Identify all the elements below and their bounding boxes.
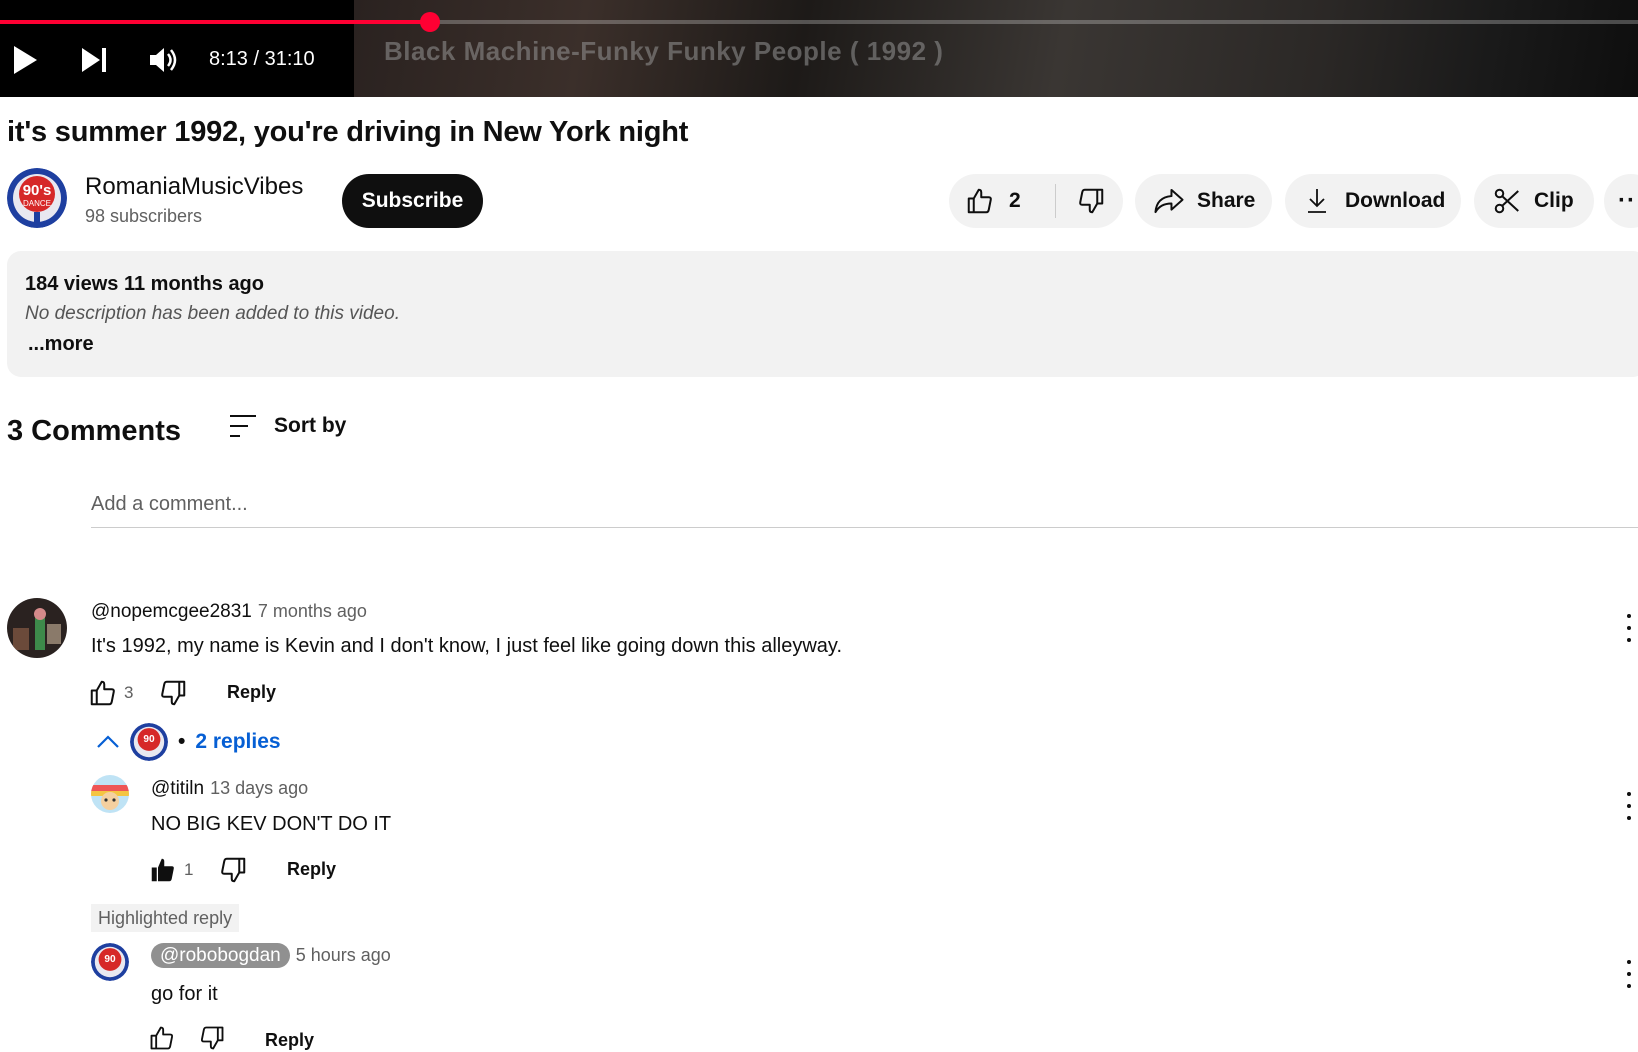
- dislike-button[interactable]: [1056, 186, 1106, 216]
- comment-text: It's 1992, my name is Kevin and I don't …: [91, 635, 842, 657]
- thumbs-down-icon: [1079, 188, 1104, 214]
- channel-name[interactable]: RomaniaMusicVibes: [85, 173, 303, 201]
- comment-author: @nopemcgee2831 7 months ago: [91, 601, 367, 623]
- more-link[interactable]: ...more: [28, 333, 94, 356]
- thumbs-down-icon: [221, 857, 246, 883]
- subscribe-button[interactable]: Subscribe: [342, 174, 483, 228]
- reply-dislike-button[interactable]: [218, 855, 248, 885]
- sort-button[interactable]: Sort by: [228, 413, 346, 439]
- reply-button[interactable]: Reply: [287, 859, 336, 880]
- clip-button[interactable]: Clip: [1474, 174, 1594, 228]
- video-overlay-text: Black Machine-Funky Funky People ( 1992 …: [384, 36, 944, 66]
- highlighted-reply-badge: Highlighted reply: [91, 904, 240, 932]
- replies-count: 2 replies: [195, 730, 281, 753]
- like-count: 2: [1009, 189, 1021, 212]
- next-icon: [82, 48, 106, 72]
- progress-fill: [0, 20, 431, 24]
- sort-icon: [230, 415, 256, 437]
- play-icon: [14, 46, 37, 74]
- volume-button[interactable]: [148, 42, 180, 78]
- creator-handle-badge[interactable]: @robobogdan: [151, 943, 290, 968]
- reply-menu-icon[interactable]: [1625, 960, 1633, 988]
- like-button[interactable]: 2: [949, 184, 1056, 218]
- reply-author: @titiln 13 days ago: [151, 778, 308, 800]
- comments-count: 3 Comments: [7, 415, 182, 447]
- more-actions-button[interactable]: ··: [1604, 174, 1638, 228]
- clip-label: Clip: [1534, 189, 1574, 212]
- play-button[interactable]: [10, 42, 40, 78]
- reply-author: @robobogdan 5 hours ago: [151, 943, 391, 968]
- comment-menu-icon[interactable]: [1625, 614, 1633, 642]
- share-label: Share: [1197, 189, 1256, 212]
- sort-label: Sort by: [274, 414, 347, 437]
- thumbs-up-filled-icon: [151, 858, 174, 882]
- download-icon: [1308, 189, 1326, 213]
- reply-like-button[interactable]: 1: [148, 855, 193, 885]
- reply-text: NO BIG KEV DON'T DO IT: [151, 813, 392, 835]
- more-horizontal-icon: ··: [1618, 187, 1636, 214]
- chevron-up-icon: [97, 735, 119, 748]
- reply-time[interactable]: 13 days ago: [210, 778, 308, 798]
- thumbs-down-icon: [161, 680, 186, 706]
- reply-avatar[interactable]: [91, 775, 129, 813]
- creator-avatar-small: 90: [130, 723, 168, 761]
- reply-avatar[interactable]: 90: [91, 943, 129, 981]
- video-player[interactable]: Black Machine-Funky Funky People ( 1992 …: [0, 0, 1638, 97]
- svg-text:90's: 90's: [23, 182, 52, 199]
- reply-time[interactable]: 5 hours ago: [296, 945, 391, 965]
- download-label: Download: [1345, 189, 1446, 212]
- like-dislike-group: 2: [949, 174, 1123, 228]
- time-display: 8:13 / 31:10: [209, 48, 315, 70]
- comment-handle[interactable]: @nopemcgee2831: [91, 601, 252, 622]
- reply-button[interactable]: Reply: [227, 682, 276, 703]
- svg-text:DANCE: DANCE: [23, 199, 51, 208]
- description-text: No description has been added to this vi…: [25, 303, 400, 324]
- comment-time[interactable]: 7 months ago: [258, 601, 367, 621]
- reply-menu-icon[interactable]: [1625, 792, 1633, 820]
- progress-bar[interactable]: [0, 12, 1638, 32]
- video-title: it's summer 1992, you're driving in New …: [7, 116, 689, 148]
- reply-like-count: 1: [184, 860, 194, 879]
- commenter-avatar[interactable]: [7, 598, 67, 658]
- svg-text:90: 90: [143, 734, 155, 745]
- description-box[interactable]: 184 views 11 months ago No description h…: [7, 251, 1638, 377]
- thumbs-up-icon: [90, 680, 115, 706]
- comment-dislike-button[interactable]: [158, 678, 188, 708]
- share-button[interactable]: Share: [1135, 174, 1272, 228]
- reply-handle[interactable]: @titiln: [151, 778, 204, 799]
- add-comment-input[interactable]: Add a comment...: [91, 493, 1638, 528]
- replies-toggle[interactable]: 90 • 2 replies: [96, 723, 281, 761]
- view-stats: 184 views 11 months ago: [25, 273, 264, 295]
- download-button[interactable]: Download: [1285, 174, 1461, 228]
- scissors-icon: [1494, 188, 1519, 214]
- subscriber-count: 98 subscribers: [85, 206, 203, 226]
- reply-text: go for it: [151, 983, 218, 1005]
- svg-text:90: 90: [104, 954, 116, 965]
- comment-like-count: 3: [124, 683, 134, 702]
- thumbs-up-icon: [967, 188, 992, 214]
- comment-like-button[interactable]: 3: [88, 678, 133, 708]
- volume-icon: [150, 48, 177, 72]
- next-button[interactable]: [79, 42, 109, 78]
- share-icon: [1154, 188, 1184, 214]
- replies-separator: •: [178, 730, 186, 753]
- channel-avatar[interactable]: 90's DANCE: [7, 168, 67, 228]
